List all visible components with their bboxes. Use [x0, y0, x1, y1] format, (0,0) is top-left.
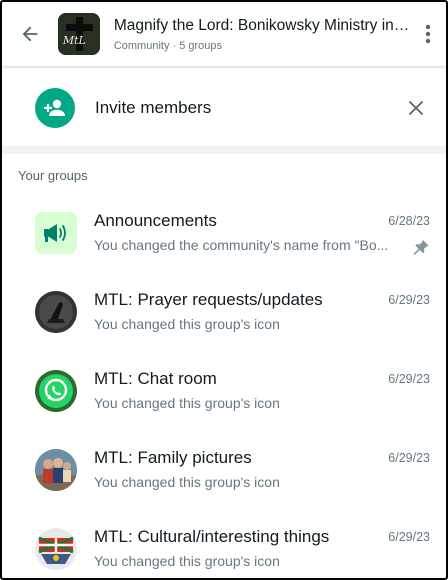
flag-emblem-icon: [35, 528, 77, 570]
add-person-icon: [35, 88, 75, 128]
dismiss-invite-button[interactable]: [396, 88, 436, 128]
group-text: MTL: Chat room 6/29/23 You changed this …: [94, 369, 430, 411]
group-name: Announcements: [94, 211, 217, 230]
cultural-things-avatar: [35, 528, 77, 570]
arrow-left-icon: [22, 26, 38, 42]
group-text: Announcements 6/28/23 You changed the co…: [94, 211, 430, 255]
community-avatar-text: MtL: [62, 34, 86, 47]
group-name: MTL: Cultural/interesting things: [94, 527, 330, 546]
group-preview: You changed the community's name from "B…: [94, 237, 389, 253]
group-text: MTL: Family pictures 6/29/23 You changed…: [94, 448, 430, 490]
more-vertical-icon: [425, 24, 431, 44]
group-date: 6/29/23: [388, 451, 430, 465]
close-icon: [409, 101, 423, 115]
chat-room-avatar: [35, 370, 77, 412]
group-list: Announcements 6/28/23 You changed the co…: [2, 194, 446, 578]
whatsapp-icon: [35, 370, 77, 412]
group-date: 6/28/23: [388, 214, 430, 228]
community-avatar[interactable]: MtL: [57, 13, 100, 55]
community-screen: MtL Magnify the Lord: Bonikowsky Ministr…: [0, 0, 448, 580]
invite-members-label: Invite members: [95, 98, 212, 117]
announcements-avatar: [35, 212, 77, 254]
group-preview: You changed this group's icon: [94, 474, 280, 490]
section-divider: [2, 146, 446, 154]
header-text[interactable]: Magnify the Lord: Bonikowsky Ministry in…: [114, 17, 410, 52]
group-row-announcements[interactable]: Announcements 6/28/23 You changed the co…: [2, 194, 446, 273]
group-text: MTL: Prayer requests/updates 6/29/23 You…: [94, 290, 430, 332]
group-preview: You changed this group's icon: [94, 316, 280, 332]
group-date: 6/29/23: [388, 530, 430, 544]
group-row-family-pictures[interactable]: MTL: Family pictures 6/29/23 You changed…: [2, 431, 446, 510]
your-groups-heading: Your groups: [18, 168, 88, 183]
family-pictures-avatar: [35, 449, 77, 491]
family-photo-icon: [35, 449, 77, 491]
group-text: MTL: Cultural/interesting things 6/29/23…: [94, 527, 430, 569]
pin-icon: [413, 239, 429, 255]
praying-hands-icon: [35, 291, 77, 333]
group-date: 6/29/23: [388, 293, 430, 307]
group-row-prayer-requests[interactable]: MTL: Prayer requests/updates 6/29/23 You…: [2, 273, 446, 352]
group-name: MTL: Chat room: [94, 369, 217, 388]
group-preview: You changed this group's icon: [94, 395, 280, 411]
megaphone-icon: [44, 224, 66, 242]
group-name: MTL: Prayer requests/updates: [94, 290, 323, 309]
group-preview: You changed this group's icon: [94, 553, 280, 569]
invite-members-row[interactable]: Invite members: [2, 72, 446, 144]
group-row-chat-room[interactable]: MTL: Chat room 6/29/23 You changed this …: [2, 352, 446, 431]
app-header: MtL Magnify the Lord: Bonikowsky Ministr…: [2, 2, 446, 66]
group-date: 6/29/23: [388, 372, 430, 386]
group-name: MTL: Family pictures: [94, 448, 252, 467]
community-subtitle: Community · 5 groups: [113, 39, 223, 52]
back-button[interactable]: [2, 2, 58, 66]
community-title: Magnify the Lord: Bonikowsky Ministry in…: [113, 16, 411, 34]
group-row-cultural-things[interactable]: MTL: Cultural/interesting things 6/29/23…: [2, 510, 446, 578]
more-options-button[interactable]: [410, 2, 446, 66]
prayer-requests-avatar: [35, 291, 77, 333]
